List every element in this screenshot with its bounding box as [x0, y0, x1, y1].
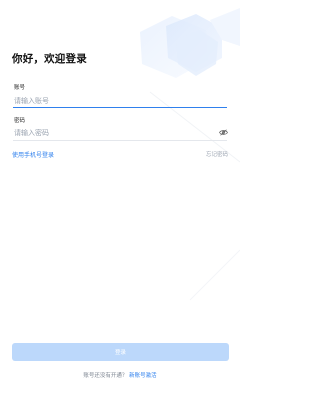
footer-question: 账号还没有开通？	[83, 373, 128, 379]
account-underline	[13, 107, 227, 108]
account-input[interactable]	[13, 94, 227, 108]
forgot-password-link[interactable]: 忘记密码	[206, 150, 228, 158]
hide-password-icon[interactable]	[219, 129, 228, 136]
login-button[interactable]: 登录	[12, 343, 229, 361]
footer-text: 账号还没有开通？ 新账号激活	[0, 371, 240, 379]
phone-login-link[interactable]: 使用手机号登录	[12, 150, 54, 159]
password-label: 密码	[14, 118, 26, 124]
activate-account-link[interactable]: 新账号激活	[129, 373, 157, 379]
page-title: 你好，欢迎登录	[12, 53, 87, 65]
account-label: 账号	[14, 85, 26, 91]
password-input[interactable]	[13, 126, 213, 140]
password-underline	[13, 140, 227, 141]
